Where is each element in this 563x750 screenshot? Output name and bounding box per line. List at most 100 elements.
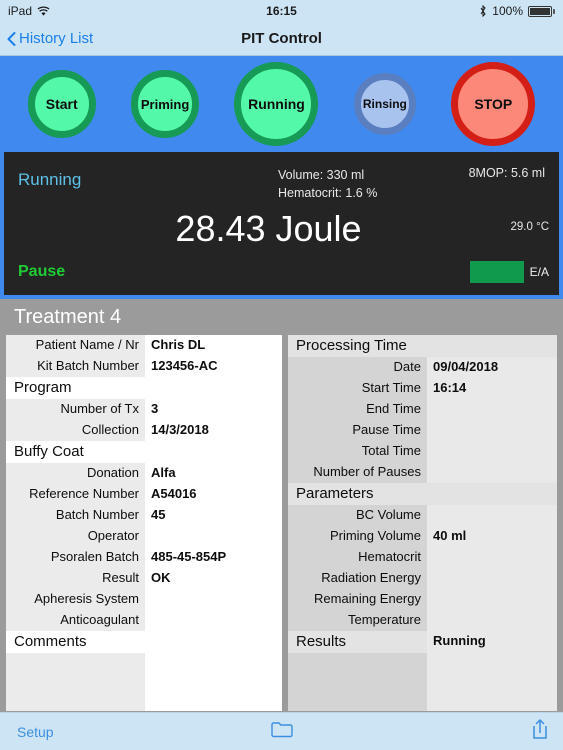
table-row[interactable]: Number of Pauses bbox=[288, 462, 557, 483]
field-value bbox=[145, 610, 282, 631]
comments-label-column bbox=[6, 653, 145, 711]
field-label: Pause Time bbox=[288, 420, 427, 441]
table-row[interactable]: Number of Tx 3 bbox=[6, 399, 282, 420]
field-value bbox=[145, 589, 282, 610]
field-value bbox=[427, 420, 557, 441]
table-row[interactable]: Total Time bbox=[288, 441, 557, 462]
section-header-program: Program bbox=[6, 377, 282, 399]
results-label-column bbox=[288, 653, 427, 711]
table-row[interactable]: Remaining Energy bbox=[288, 589, 557, 610]
table-row[interactable]: Result OK bbox=[6, 568, 282, 589]
detail-pane-left: Patient Name / Nr Chris DL Kit Batch Num… bbox=[6, 335, 282, 711]
field-value: Alfa bbox=[145, 463, 282, 484]
field-label: Priming Volume bbox=[288, 526, 427, 547]
field-label: BC Volume bbox=[288, 505, 427, 526]
telemetry-volume-label: Volume: 330 ml bbox=[278, 168, 365, 182]
table-row[interactable]: Reference Number A54016 bbox=[6, 484, 282, 505]
table-row[interactable]: Date 09/04/2018 bbox=[288, 357, 557, 378]
field-label: Number of Tx bbox=[6, 399, 145, 420]
telemetry-mop-label: 8MOP: 5.6 ml bbox=[468, 166, 545, 180]
back-button-label: History List bbox=[19, 30, 94, 47]
field-label: Radiation Energy bbox=[288, 568, 427, 589]
detail-panes: Patient Name / Nr Chris DL Kit Batch Num… bbox=[0, 335, 563, 718]
state-button-rinsing[interactable]: Rinsing bbox=[353, 73, 416, 135]
field-label: Collection bbox=[6, 420, 145, 441]
field-label: Number of Pauses bbox=[288, 462, 427, 483]
field-label: Temperature bbox=[288, 610, 427, 631]
ios-status-bar: iPad 16:15 100% bbox=[0, 0, 563, 22]
comments-value-column bbox=[145, 653, 282, 711]
field-value bbox=[427, 505, 557, 526]
table-row[interactable]: Kit Batch Number 123456-AC bbox=[6, 356, 282, 377]
device-name-label: iPad bbox=[8, 4, 33, 18]
field-label: Patient Name / Nr bbox=[6, 335, 145, 356]
ea-label: E/A bbox=[529, 265, 549, 279]
status-bar-left: iPad bbox=[8, 4, 50, 18]
table-row[interactable]: End Time bbox=[288, 399, 557, 420]
table-row[interactable]: Psoralen Batch 485-45-854P bbox=[6, 547, 282, 568]
table-row[interactable]: Anticoagulant bbox=[6, 610, 282, 631]
telemetry-state-label: Running bbox=[18, 170, 82, 189]
telemetry-volume-block: Volume: 330 ml Hematocrit: 1.6 % bbox=[278, 166, 377, 202]
section-header-comments: Comments bbox=[6, 631, 282, 653]
field-label: End Time bbox=[288, 399, 427, 420]
field-label: Remaining Energy bbox=[288, 589, 427, 610]
results-row[interactable]: Results Running bbox=[288, 631, 557, 653]
table-row[interactable]: Donation Alfa bbox=[6, 463, 282, 484]
state-button-priming-label: Priming bbox=[140, 96, 190, 112]
table-row[interactable]: Start Time 16:14 bbox=[288, 378, 557, 399]
field-value: 3 bbox=[145, 399, 282, 420]
field-value bbox=[427, 610, 557, 631]
back-button[interactable]: History List bbox=[0, 30, 93, 47]
table-row[interactable]: Temperature bbox=[288, 610, 557, 631]
table-row[interactable]: Priming Volume 40 ml bbox=[288, 526, 557, 547]
state-button-start[interactable]: Start bbox=[27, 70, 96, 138]
bottom-toolbar: Setup bbox=[0, 712, 563, 750]
telemetry-panel-wrapper: Running Volume: 330 ml Hematocrit: 1.6 %… bbox=[0, 152, 563, 299]
folder-icon[interactable] bbox=[270, 720, 293, 743]
table-row[interactable]: Hematocrit bbox=[288, 547, 557, 568]
state-button-priming[interactable]: Priming bbox=[131, 70, 200, 138]
section-header-processing-time: Processing Time bbox=[288, 335, 557, 357]
field-value: OK bbox=[145, 568, 282, 589]
state-button-start-label: Start bbox=[45, 96, 78, 112]
field-value: 14/3/2018 bbox=[145, 420, 282, 441]
field-label: Kit Batch Number bbox=[6, 356, 145, 377]
table-row[interactable]: Patient Name / Nr Chris DL bbox=[6, 335, 282, 356]
results-filler bbox=[288, 653, 557, 711]
field-label: Psoralen Batch bbox=[6, 547, 145, 568]
table-row[interactable]: Batch Number 45 bbox=[6, 505, 282, 526]
table-row[interactable]: Radiation Energy bbox=[288, 568, 557, 589]
field-label: Date bbox=[288, 357, 427, 378]
table-row[interactable]: Operator bbox=[6, 526, 282, 547]
field-value: Chris DL bbox=[145, 335, 282, 356]
pause-button[interactable]: Pause bbox=[18, 263, 65, 281]
field-label: Donation bbox=[6, 463, 145, 484]
telemetry-panel: Running Volume: 330 ml Hematocrit: 1.6 %… bbox=[4, 152, 559, 295]
field-value bbox=[427, 441, 557, 462]
state-button-stop[interactable]: STOP bbox=[451, 62, 536, 146]
results-value: Running bbox=[427, 631, 557, 653]
field-label: Batch Number bbox=[6, 505, 145, 526]
wifi-icon bbox=[37, 6, 50, 17]
state-button-running-label: Running bbox=[248, 96, 305, 112]
comments-field[interactable] bbox=[6, 653, 282, 711]
field-label: Start Time bbox=[288, 378, 427, 399]
navigation-bar: History List PIT Control bbox=[0, 22, 563, 56]
state-button-stop-label: STOP bbox=[474, 96, 513, 112]
share-icon[interactable] bbox=[531, 718, 549, 745]
field-label: Operator bbox=[6, 526, 145, 547]
battery-percent-label: 100% bbox=[492, 4, 523, 18]
results-value-column bbox=[427, 653, 557, 711]
table-row[interactable]: BC Volume bbox=[288, 505, 557, 526]
table-row[interactable]: Apheresis System bbox=[6, 589, 282, 610]
setup-button[interactable]: Setup bbox=[0, 724, 54, 740]
chevron-left-icon bbox=[7, 31, 16, 46]
table-row[interactable]: Collection 14/3/2018 bbox=[6, 420, 282, 441]
ea-level-bar bbox=[469, 261, 524, 283]
field-label: Total Time bbox=[288, 441, 427, 462]
bluetooth-icon bbox=[479, 4, 487, 18]
table-row[interactable]: Pause Time bbox=[288, 420, 557, 441]
state-button-running[interactable]: Running bbox=[234, 62, 319, 146]
treatment-title: Treatment 4 bbox=[14, 306, 122, 328]
